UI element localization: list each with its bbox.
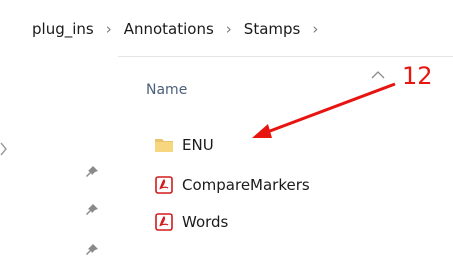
folder-icon: [155, 139, 173, 152]
chevron-right-icon[interactable]: ›: [216, 20, 242, 38]
column-header-name[interactable]: Name: [146, 82, 187, 98]
breadcrumb: plug_ins › Annotations › Stamps ›: [30, 20, 328, 38]
pin-icon[interactable]: [84, 242, 100, 258]
navigation-pane: [0, 56, 118, 274]
list-item-words[interactable]: Words: [154, 209, 228, 235]
pdf-file-icon: [155, 176, 173, 194]
list-item-enu[interactable]: ENU: [154, 132, 214, 158]
file-name: Words: [182, 213, 229, 231]
partial-glyph-icon: [0, 142, 7, 156]
file-name: ENU: [182, 136, 214, 154]
file-name: CompareMarkers: [182, 176, 310, 194]
chevron-right-icon[interactable]: ›: [302, 20, 328, 38]
pin-icon[interactable]: [84, 202, 100, 218]
breadcrumb-item-stamps[interactable]: Stamps: [242, 20, 303, 38]
pin-icon[interactable]: [84, 164, 100, 180]
annotation-number: 12: [402, 62, 433, 90]
address-bar: plug_ins › Annotations › Stamps ›: [0, 0, 453, 57]
sort-ascending-icon[interactable]: [370, 70, 386, 80]
chevron-right-icon[interactable]: ›: [96, 20, 122, 38]
breadcrumb-item-plug-ins[interactable]: plug_ins: [30, 20, 96, 38]
breadcrumb-item-annotations[interactable]: Annotations: [122, 20, 216, 38]
pdf-file-icon: [155, 213, 173, 231]
list-item-comparemarkers[interactable]: CompareMarkers: [154, 172, 310, 198]
